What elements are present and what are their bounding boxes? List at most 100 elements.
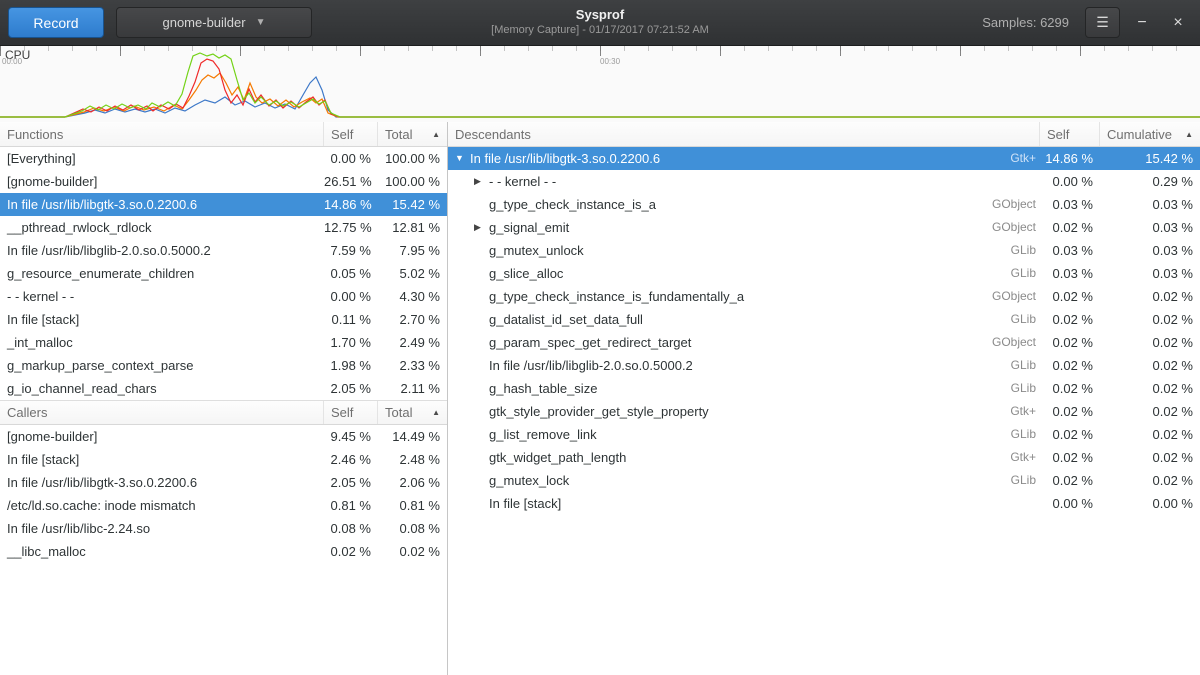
cumulative-percent-value: 0.03 % [1100, 216, 1200, 239]
functions-total-column-header[interactable]: Total▲ [378, 122, 447, 146]
function-name: In file [stack] [7, 448, 79, 471]
descendants-self-column-header[interactable]: Self [1040, 122, 1100, 146]
total-percent-value: 0.08 % [378, 517, 447, 540]
cumulative-percent-value: 0.02 % [1100, 423, 1200, 446]
category-label: GLib [1011, 239, 1040, 262]
callers-table: [gnome-builder]9.45 %14.49 %In file [sta… [0, 425, 447, 563]
function-name-cell: In file /usr/lib/libgtk-3.so.0.2200.6 [0, 193, 324, 216]
expander-open-icon[interactable]: ▼ [455, 147, 470, 170]
function-name-cell: gtk_widget_path_lengthGtk+ [448, 446, 1040, 469]
cumulative-percent-value: 0.03 % [1100, 262, 1200, 285]
callers-table-row[interactable]: [gnome-builder]9.45 %14.49 % [0, 425, 447, 448]
self-percent-value: 0.02 % [1040, 469, 1100, 492]
function-name: In file /usr/lib/libglib-2.0.so.0.5000.2 [7, 239, 211, 262]
function-name: g_param_spec_get_redirect_target [489, 331, 691, 354]
record-button[interactable]: Record [8, 7, 104, 38]
minimize-button[interactable]: − [1128, 9, 1156, 37]
functions-table-row[interactable]: In file /usr/lib/libglib-2.0.so.0.5000.2… [0, 239, 447, 262]
expander-closed-icon[interactable]: ▶ [474, 170, 489, 193]
menu-button[interactable]: ☰ [1085, 7, 1120, 38]
functions-table-row[interactable]: __pthread_rwlock_rdlock12.75 %12.81 % [0, 216, 447, 239]
self-percent-value: 0.02 % [1040, 423, 1100, 446]
descendants-table-row[interactable]: ▼In file /usr/lib/libgtk-3.so.0.2200.6Gt… [448, 147, 1200, 170]
self-percent-value: 7.59 % [324, 239, 378, 262]
category-label: GLib [1011, 262, 1040, 285]
functions-table-row[interactable]: In file [stack]0.11 %2.70 % [0, 308, 447, 331]
callers-column-header[interactable]: Callers [0, 401, 324, 424]
descendants-table-row[interactable]: g_mutex_lockGLib0.02 %0.02 % [448, 469, 1200, 492]
total-percent-value: 7.95 % [378, 239, 447, 262]
function-name-cell: g_io_channel_read_chars [0, 377, 324, 400]
function-name-cell: [gnome-builder] [0, 170, 324, 193]
callers-self-column-header[interactable]: Self [324, 401, 378, 424]
descendants-table-row[interactable]: g_mutex_unlockGLib0.03 %0.03 % [448, 239, 1200, 262]
process-selector[interactable]: gnome-builder ▼ [116, 7, 312, 38]
function-name: [gnome-builder] [7, 425, 97, 448]
functions-table-row[interactable]: [gnome-builder]26.51 %100.00 % [0, 170, 447, 193]
descendants-header-label: Descendants [455, 123, 531, 146]
descendants-table-row[interactable]: g_hash_table_sizeGLib0.02 %0.02 % [448, 377, 1200, 400]
descendants-table-row[interactable]: g_slice_allocGLib0.03 %0.03 % [448, 262, 1200, 285]
functions-table-row[interactable]: [Everything]0.00 %100.00 % [0, 147, 447, 170]
descendants-table-row[interactable]: In file [stack]0.00 %0.00 % [448, 492, 1200, 515]
callers-table-row[interactable]: /etc/ld.so.cache: inode mismatch0.81 %0.… [0, 494, 447, 517]
descendants-table-row[interactable]: g_type_check_instance_is_fundamentally_a… [448, 285, 1200, 308]
hamburger-icon: ☰ [1096, 14, 1109, 30]
total-percent-value: 2.33 % [378, 354, 447, 377]
functions-table-row[interactable]: g_io_channel_read_chars2.05 %2.11 % [0, 377, 447, 400]
descendants-table-row[interactable]: ▶g_signal_emitGObject0.02 %0.03 % [448, 216, 1200, 239]
descendants-table-row[interactable]: In file /usr/lib/libglib-2.0.so.0.5000.2… [448, 354, 1200, 377]
self-percent-value: 0.00 % [324, 285, 378, 308]
function-name: In file [stack] [489, 492, 561, 515]
total-percent-value: 2.49 % [378, 331, 447, 354]
descendants-table-row[interactable]: gtk_style_provider_get_style_propertyGtk… [448, 400, 1200, 423]
function-name-cell: g_resource_enumerate_children [0, 262, 324, 285]
descendants-table-row[interactable]: g_type_check_instance_is_aGObject0.03 %0… [448, 193, 1200, 216]
function-name: In file /usr/lib/libgtk-3.so.0.2200.6 [7, 471, 197, 494]
descendants-table-row[interactable]: gtk_widget_path_lengthGtk+0.02 %0.02 % [448, 446, 1200, 469]
descendants-table-row[interactable]: g_param_spec_get_redirect_targetGObject0… [448, 331, 1200, 354]
callers-total-column-header[interactable]: Total▲ [378, 401, 447, 424]
close-button[interactable]: × [1164, 9, 1192, 37]
functions-table: [Everything]0.00 %100.00 %[gnome-builder… [0, 147, 447, 400]
callers-table-row[interactable]: In file /usr/lib/libgtk-3.so.0.2200.6 2.0… [0, 471, 447, 494]
self-percent-value: 1.98 % [324, 354, 378, 377]
descendants-column-header[interactable]: Descendants [448, 122, 1040, 146]
function-name: /etc/ld.so.cache: inode mismatch [7, 494, 196, 517]
descendants-table-row[interactable]: g_datalist_id_set_data_fullGLib0.02 %0.0… [448, 308, 1200, 331]
self-percent-value: 0.02 % [1040, 377, 1100, 400]
function-name-cell: In file [stack] [0, 308, 324, 331]
cumulative-percent-value: 0.29 % [1100, 170, 1200, 193]
function-name-cell: - - kernel - - [0, 285, 324, 308]
functions-table-row[interactable]: g_resource_enumerate_children0.05 %5.02 … [0, 262, 447, 285]
category-label: Gtk+ [1010, 147, 1040, 170]
expander-closed-icon[interactable]: ▶ [474, 216, 489, 239]
function-name: g_markup_parse_context_parse [7, 354, 193, 377]
functions-table-row[interactable]: _int_malloc1.70 %2.49 % [0, 331, 447, 354]
cumulative-percent-value: 0.00 % [1100, 492, 1200, 515]
process-selector-label: gnome-builder [162, 15, 245, 30]
functions-column-header[interactable]: Functions [0, 122, 324, 146]
descendants-table-row[interactable]: g_list_remove_linkGLib0.02 %0.02 % [448, 423, 1200, 446]
functions-table-row[interactable]: g_markup_parse_context_parse 1.98 %2.33 % [0, 354, 447, 377]
descendants-cumulative-column-header[interactable]: Cumulative▲ [1100, 122, 1200, 146]
cumulative-percent-value: 0.02 % [1100, 446, 1200, 469]
functions-table-row[interactable]: In file /usr/lib/libgtk-3.so.0.2200.614.… [0, 193, 447, 216]
functions-table-row[interactable]: - - kernel - -0.00 %4.30 % [0, 285, 447, 308]
category-label: GObject [992, 285, 1040, 308]
category-label: GObject [992, 331, 1040, 354]
function-name-cell: g_mutex_unlockGLib [448, 239, 1040, 262]
function-name-cell: In file [stack] [0, 448, 324, 471]
cpu-graph[interactable]: CPU 00:00 00:30 [0, 46, 1200, 122]
function-name: [Everything] [7, 147, 76, 170]
self-header-label: Self [1047, 123, 1069, 146]
descendants-table-row[interactable]: ▶- - kernel - -0.00 %0.29 % [448, 170, 1200, 193]
cumulative-percent-value: 0.02 % [1100, 308, 1200, 331]
function-name: [gnome-builder] [7, 170, 97, 193]
callers-table-row[interactable]: __libc_malloc0.02 %0.02 % [0, 540, 447, 563]
function-name-cell: g_type_check_instance_is_fundamentally_a… [448, 285, 1040, 308]
self-percent-value: 2.05 % [324, 471, 378, 494]
functions-self-column-header[interactable]: Self [324, 122, 378, 146]
callers-table-row[interactable]: In file [stack]2.46 %2.48 % [0, 448, 447, 471]
callers-table-row[interactable]: In file /usr/lib/libc-2.24.so0.08 %0.08 … [0, 517, 447, 540]
